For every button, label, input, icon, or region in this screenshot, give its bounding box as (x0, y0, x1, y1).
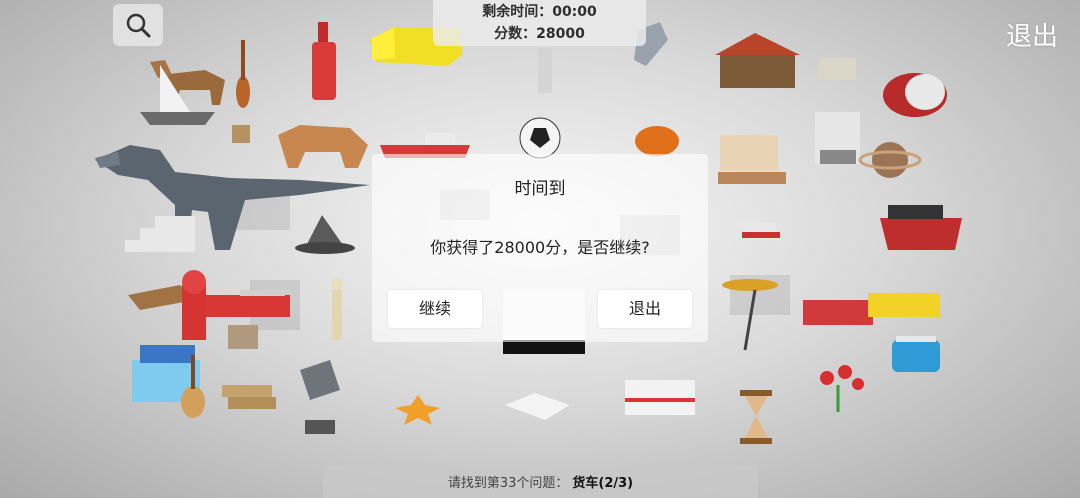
time-label: 剩余时间： (482, 4, 553, 20)
dialog-title: 时间到 (514, 179, 566, 199)
spotlight-object[interactable] (300, 360, 340, 434)
score-row: 分数：28000 (494, 23, 585, 45)
golf-cart-object[interactable] (815, 112, 860, 164)
crate-object[interactable] (718, 135, 786, 184)
task-prompt: 请找到第33个问题： (447, 476, 569, 491)
task-target: 货车(2/3) (572, 476, 634, 491)
time-up-dialog: 时间到 你获得了28000分，是否继续? 继续 退出 (372, 154, 708, 342)
exit-button[interactable]: 退出 (1006, 16, 1058, 53)
starfish-object[interactable] (395, 395, 440, 425)
cabin-object[interactable] (715, 33, 800, 88)
score-panel: 剩余时间：00:00 分数：28000 (433, 0, 646, 46)
time-row: 剩余时间：00:00 (482, 1, 597, 23)
witch-hat-object[interactable] (295, 215, 355, 254)
bear-object[interactable] (278, 125, 368, 168)
small-skeleton-object[interactable] (331, 278, 343, 340)
score-label: 分数： (494, 26, 537, 42)
fire-truck-object[interactable] (205, 290, 290, 317)
pumpkin-object[interactable] (635, 126, 679, 156)
chair-object[interactable] (232, 125, 250, 143)
school-bus-object[interactable] (868, 293, 940, 317)
red-case-object[interactable] (803, 300, 873, 325)
dialog-exit-button[interactable]: 退出 (598, 290, 692, 328)
fire-hydrant-object[interactable] (182, 270, 206, 340)
planet-object[interactable] (858, 142, 922, 178)
continue-button[interactable]: 继续 (388, 290, 482, 328)
ship-object[interactable] (880, 205, 962, 250)
dialog-message: 你获得了28000分，是否继续? (430, 238, 650, 257)
paper-box-object[interactable] (505, 393, 570, 420)
drum-object[interactable] (883, 73, 947, 117)
score-value: 28000 (536, 26, 585, 42)
hourglass-object[interactable] (740, 390, 772, 444)
ambulance-object[interactable] (625, 380, 695, 415)
search-button[interactable] (113, 4, 163, 46)
logs-object[interactable] (222, 385, 276, 409)
small-car-object[interactable] (818, 58, 856, 80)
magnifier-icon (126, 13, 151, 38)
soccer-ball-object[interactable] (519, 117, 561, 159)
speedboat-object[interactable] (740, 222, 780, 240)
staircase-object[interactable] (125, 216, 195, 252)
stump-object[interactable] (228, 325, 258, 349)
fire-extinguisher-object[interactable] (312, 22, 336, 100)
time-value: 00:00 (552, 4, 597, 20)
van-object[interactable] (892, 336, 940, 372)
violin-object[interactable] (236, 40, 250, 108)
flowers-object[interactable] (820, 365, 864, 412)
task-bar: 请找到第33个问题： 货车(2/3) (323, 465, 758, 498)
